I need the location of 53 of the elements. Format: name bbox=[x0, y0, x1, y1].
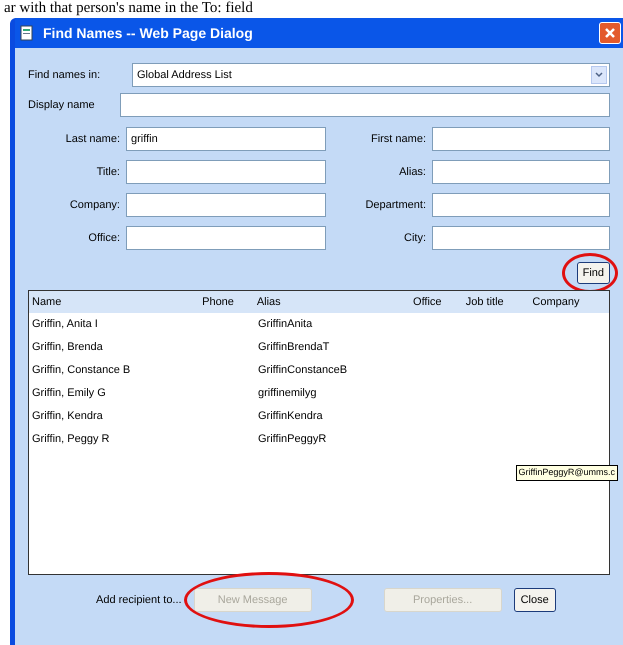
table-cell-text: GriffinBrendaT bbox=[257, 340, 330, 356]
result-row[interactable]: Griffin, Brenda GriffinBrendaT bbox=[29, 336, 609, 359]
text-field[interactable] bbox=[126, 160, 326, 184]
tooltip: GriffinPeggyR@umms.c bbox=[516, 465, 618, 480]
caption: ar with that person's name in the To: field bbox=[3, 0, 254, 18]
table-cell-text: griffinemilyg bbox=[257, 386, 318, 402]
result-row[interactable]: Griffin, Peggy R GriffinPeggyR bbox=[29, 428, 609, 451]
result-row[interactable]: Griffin, Kendra GriffinKendra bbox=[29, 405, 609, 428]
field-label: Display name bbox=[28, 98, 96, 113]
page-icon bbox=[19, 25, 35, 41]
text-field[interactable] bbox=[432, 127, 610, 151]
result-row[interactable]: Griffin, Constance B GriffinConstanceB bbox=[29, 359, 609, 382]
field-label: Alias: bbox=[398, 164, 426, 180]
table-cell-text: GriffinPeggyR bbox=[257, 432, 328, 448]
result-row[interactable]: Griffin, Emily G griffinemilyg bbox=[29, 382, 609, 405]
find-button[interactable]: Find bbox=[576, 262, 610, 284]
field-label: City: bbox=[403, 230, 426, 246]
table-cell-text: GriffinAnita bbox=[257, 317, 314, 332]
column-header[interactable]: Job title bbox=[462, 294, 530, 310]
text-field[interactable] bbox=[432, 160, 610, 184]
table-cell-text: GriffinKendra bbox=[257, 409, 324, 424]
add-recipient-label: Add recipient to... bbox=[96, 592, 182, 608]
column-header[interactable]: Company bbox=[529, 294, 609, 310]
column-header[interactable]: Office bbox=[410, 294, 463, 310]
dialog-button[interactable]: Close bbox=[514, 588, 556, 612]
table-cell-text: GriffinConstanceB bbox=[257, 363, 348, 378]
table-cell-text: Griffin, Peggy R bbox=[31, 432, 110, 448]
column-header[interactable]: Name bbox=[29, 294, 200, 310]
text-field[interactable] bbox=[126, 193, 326, 217]
table-cell-text: Griffin, Kendra bbox=[31, 409, 104, 424]
field-label: Last name: bbox=[64, 132, 120, 147]
window-title: Find Names -- Web Page Dialog bbox=[43, 24, 253, 43]
close-icon bbox=[604, 27, 616, 39]
text-field[interactable] bbox=[432, 193, 610, 217]
close-button[interactable] bbox=[599, 22, 621, 44]
field-label: First name: bbox=[370, 132, 426, 147]
text-field[interactable] bbox=[120, 93, 610, 117]
field-label: Office: bbox=[87, 230, 120, 246]
table-cell-text: Griffin, Emily G bbox=[31, 386, 107, 402]
field-label: Company: bbox=[68, 198, 120, 213]
text-field[interactable] bbox=[126, 226, 326, 250]
field-label: Find names in: bbox=[28, 68, 102, 83]
column-header[interactable]: Alias bbox=[254, 294, 410, 310]
table-cell-text: Griffin, Constance B bbox=[31, 363, 132, 378]
field-label: Department: bbox=[364, 198, 426, 213]
address-list-dropdown[interactable]: Global Address List bbox=[132, 63, 610, 87]
table-cell-text: Griffin, Anita I bbox=[31, 317, 99, 332]
result-row[interactable]: Griffin, Anita I GriffinAnita bbox=[29, 313, 609, 336]
text-field[interactable]: griffin bbox=[126, 127, 326, 151]
column-header[interactable]: Phone bbox=[199, 294, 254, 310]
text-field[interactable] bbox=[432, 226, 610, 250]
field-label: Title: bbox=[96, 164, 120, 180]
table-cell-text: Griffin, Brenda bbox=[31, 340, 104, 356]
